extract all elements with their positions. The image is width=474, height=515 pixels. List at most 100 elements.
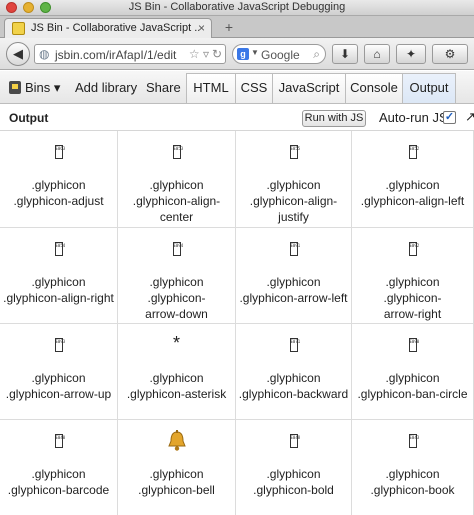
class-name-line: .glyphicon — [31, 275, 86, 289]
share-button[interactable]: Share — [146, 80, 181, 95]
missing-glyph-box: E054 — [54, 242, 65, 256]
download-icon[interactable]: ⬇ — [332, 44, 358, 64]
glyphicon-class-label: .glyphicon .glyphicon-asterisk — [120, 370, 233, 402]
class-name-line: .glyphicon- — [147, 291, 206, 305]
missing-glyph-box: E093 — [54, 338, 65, 352]
glyphicon-cell: E053 .glyphicon .glyphicon-align-center — [118, 131, 236, 228]
glyphicon-class-label: .glyphicon .glyphicon-align-center — [120, 177, 233, 225]
tab-output[interactable]: Output — [402, 73, 456, 103]
class-name-line: .glyphicon — [266, 371, 321, 385]
missing-glyph-box: E092 — [408, 242, 419, 256]
class-name-line: .glyphicon — [31, 178, 86, 192]
class-name-line: .glyphicon-align- — [249, 194, 338, 208]
glyphicon-cell: E040 .glyphicon .glyphicon-barcode — [0, 420, 118, 515]
autorun-label: Auto-run JS — [379, 110, 448, 125]
tab-javascript[interactable]: JavaScript — [272, 73, 346, 103]
missing-glyph-box: E094 — [172, 242, 183, 256]
url-text[interactable]: jsbin.com/irAfapI/1/edit — [55, 48, 176, 62]
home-icon[interactable]: ⌂ — [364, 44, 390, 64]
glyphicon-class-label: .glyphicon .glyphicon-align-justify — [238, 177, 349, 225]
glyphicon-cell: E094 .glyphicon .glyphicon-arrow-down — [118, 228, 236, 324]
jsbin-toolbar: Bins ▾ Add library Share HTML CSS JavaSc… — [0, 71, 474, 104]
glyphicon-class-label: .glyphicon .glyphicon-bell — [120, 466, 233, 498]
glyphicon-cell: E043 .glyphicon .glyphicon-book — [352, 420, 474, 515]
class-name-line: center — [159, 210, 194, 224]
tab-title: JS Bin - Collaborative JavaScript ... — [31, 22, 199, 34]
missing-glyph-box: E052 — [408, 145, 419, 159]
glyphicon-cell: E092 .glyphicon .glyphicon-arrow-right — [352, 228, 474, 324]
class-name-line: .glyphicon-arrow-up — [5, 387, 112, 401]
window-title: JS Bin - Collaborative JavaScript Debugg… — [128, 1, 346, 13]
search-placeholder[interactable]: Google — [261, 48, 300, 62]
class-name-line: .glyphicon-barcode — [7, 483, 110, 497]
glyphicon-cell: E054 .glyphicon .glyphicon-align-right — [0, 228, 118, 324]
class-name-line: .glyphicon-book — [370, 483, 455, 497]
jsbin-logo-icon[interactable] — [9, 81, 21, 94]
tab-console[interactable]: Console — [345, 73, 403, 103]
add-library-button[interactable]: Add library — [75, 80, 137, 95]
browser-tab[interactable]: JS Bin - Collaborative JavaScript ... × — [4, 18, 212, 38]
glyphicon-cell: E063 .glyphicon .glyphicon-adjust — [0, 131, 118, 228]
output-title: Output — [9, 111, 49, 125]
missing-glyph-box: E091 — [289, 242, 300, 256]
class-name-line: .glyphicon-ban-circle — [357, 387, 468, 401]
glyphicon-class-label: .glyphicon .glyphicon-arrow-down — [120, 274, 233, 322]
tab-close-icon[interactable]: × — [198, 21, 205, 35]
open-output-icon[interactable]: ↗ — [465, 109, 474, 125]
search-engine-dropdown-icon[interactable]: ▼ — [251, 48, 259, 57]
missing-glyph-box: E040 — [54, 434, 65, 448]
google-icon[interactable]: g — [237, 48, 249, 60]
missing-glyph-box: E048 — [289, 434, 300, 448]
class-name-line: .glyphicon — [31, 467, 86, 481]
output-header: Output Run with JS Auto-run JS ✓ ↗ — [0, 105, 474, 131]
glyphicon-cell: E071 .glyphicon .glyphicon-backward — [236, 324, 352, 420]
tab-html[interactable]: HTML — [186, 73, 236, 103]
class-name-line: .glyphicon-asterisk — [126, 387, 227, 401]
url-bar[interactable]: ◍ jsbin.com/irAfapI/1/edit ☆ ▿ ↻ — [34, 44, 226, 64]
class-name-line: .glyphicon — [385, 467, 440, 481]
class-name-line: .glyphicon-align-left — [360, 194, 465, 208]
class-name-line: .glyphicon-align-right — [3, 291, 114, 305]
reload-icon[interactable]: ↻ — [212, 47, 222, 61]
class-name-line: .glyphicon-bold — [253, 483, 334, 497]
autorun-checkbox[interactable]: ✓ — [443, 111, 456, 124]
missing-glyph-box: E090 — [408, 338, 419, 352]
class-name-line: arrow-down — [145, 307, 208, 321]
class-name-line: .glyphicon — [385, 275, 440, 289]
bookmark-star-icon[interactable]: ☆ ▿ — [189, 47, 209, 61]
glyphicon-cell: E090 .glyphicon .glyphicon-ban-circle — [352, 324, 474, 420]
class-name-line: .glyphicon — [385, 178, 440, 192]
glyphicon-cell: E093 .glyphicon .glyphicon-arrow-up — [0, 324, 118, 420]
class-name-line: .glyphicon — [385, 371, 440, 385]
search-bar[interactable]: g ▼ Google ⌕ — [232, 44, 326, 64]
bookmarks-menu-icon[interactable]: ✦ — [396, 44, 426, 64]
tools-menu-icon[interactable]: ⚙ — [432, 44, 468, 64]
class-name-line: .glyphicon-backward — [238, 387, 349, 401]
glyphicon-class-label: .glyphicon .glyphicon-ban-circle — [354, 370, 471, 402]
class-name-line: .glyphicon- — [383, 291, 442, 305]
globe-icon: ◍ — [39, 47, 50, 61]
window-title-bar: JS Bin - Collaborative JavaScript Debugg… — [0, 0, 474, 16]
class-name-line: .glyphicon — [149, 178, 204, 192]
class-name-line: .glyphicon-align- — [132, 194, 221, 208]
new-tab-button[interactable]: + — [218, 18, 240, 36]
run-with-js-button[interactable]: Run with JS — [302, 110, 366, 127]
search-icon[interactable]: ⌕ — [313, 47, 320, 62]
tab-css[interactable]: CSS — [235, 73, 273, 103]
glyphicon-class-label: .glyphicon .glyphicon-align-right — [2, 274, 115, 306]
glyphicon-class-label: .glyphicon .glyphicon-align-left — [354, 177, 471, 209]
missing-glyph-box: E055 — [289, 145, 300, 159]
glyphicon-class-label: .glyphicon .glyphicon-arrow-left — [238, 274, 349, 306]
glyphicon-class-label: .glyphicon .glyphicon-arrow-right — [354, 274, 471, 322]
class-name-line: .glyphicon — [266, 467, 321, 481]
class-name-line: .glyphicon — [149, 371, 204, 385]
glyphicon-cell: E055 .glyphicon .glyphicon-align-justify — [236, 131, 352, 228]
jsbin-favicon-icon — [12, 22, 25, 35]
class-name-line: arrow-right — [383, 307, 442, 321]
browser-tab-bar: JS Bin - Collaborative JavaScript ... × … — [0, 16, 474, 38]
glyphicon-cell: * .glyphicon .glyphicon-asterisk — [118, 324, 236, 420]
glyphicon-grid: E063 .glyphicon .glyphicon-adjust E053 .glyp… — [0, 131, 474, 515]
glyphicon-class-label: .glyphicon .glyphicon-adjust — [2, 177, 115, 209]
bins-menu[interactable]: Bins ▾ — [25, 80, 60, 96]
back-button[interactable]: ◀ — [6, 42, 30, 66]
